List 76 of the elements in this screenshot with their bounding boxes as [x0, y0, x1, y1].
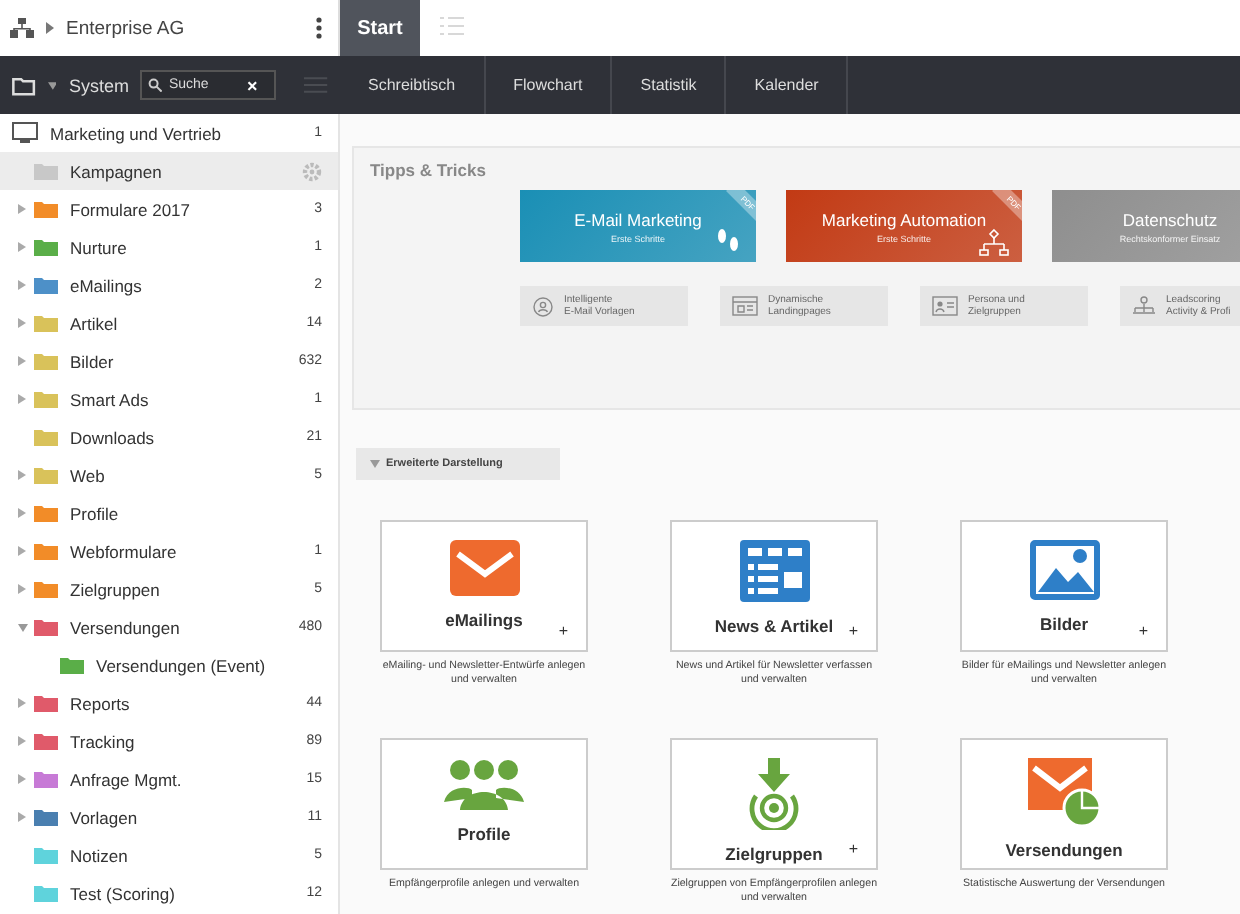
envelope-chart-icon — [1028, 758, 1100, 826]
add-button[interactable]: + — [848, 622, 858, 640]
folder-name: Test (Scoring) — [70, 883, 177, 903]
folder-name: Reports — [70, 693, 132, 713]
newspaper-icon — [739, 540, 809, 602]
org-chart-icon — [10, 18, 34, 38]
module-card[interactable]: Zielgruppen + — [670, 738, 878, 870]
folder-name: Notizen — [70, 845, 130, 865]
folder-name: Formulare 2017 — [70, 199, 193, 219]
folder-name: Profile — [70, 503, 121, 523]
caret-right-icon[interactable] — [18, 698, 26, 708]
envelope-icon — [449, 540, 519, 596]
caret-right-icon[interactable] — [46, 22, 54, 34]
module-card[interactable]: Bilder + — [960, 520, 1168, 652]
caret-right-icon[interactable] — [18, 470, 26, 480]
folder-name: Artikel — [70, 313, 120, 333]
folder-name: Webformulare — [70, 541, 179, 561]
caret-down-icon[interactable] — [47, 81, 57, 89]
people-icon — [444, 758, 524, 810]
folder-name: Marketing und Vertrieb — [50, 123, 224, 143]
company-name[interactable]: Enterprise AG — [66, 17, 304, 39]
webpage-icon — [732, 296, 758, 316]
hierarchy-icon — [1132, 295, 1156, 317]
folder-name: Downloads — [70, 427, 157, 447]
folder-name: Zielgruppen — [70, 579, 162, 599]
add-button[interactable]: + — [558, 622, 568, 640]
caret-right-icon[interactable] — [18, 774, 26, 784]
clear-button[interactable]: × — [246, 75, 258, 95]
folder-name: Anfrage Mgmt. — [70, 769, 184, 789]
more-options-icon[interactable] — [316, 16, 322, 40]
folder-name: eMailings — [70, 275, 144, 295]
add-button[interactable]: + — [848, 840, 858, 858]
folder-name: Versendungen (Event) — [96, 655, 268, 675]
target-arrow-icon — [748, 758, 800, 830]
caret-right-icon[interactable] — [18, 508, 26, 518]
caret-right-icon[interactable] — [18, 812, 26, 822]
caret-right-icon[interactable] — [18, 242, 26, 252]
caret-right-icon[interactable] — [18, 280, 26, 290]
caret-right-icon[interactable] — [18, 546, 26, 556]
system-dropdown[interactable]: System — [68, 75, 129, 95]
menu-icon[interactable] — [304, 76, 329, 94]
contact-card-icon — [932, 296, 958, 316]
module-card[interactable]: eMailings + — [380, 520, 588, 652]
caret-right-icon[interactable] — [18, 584, 26, 594]
folder-name: Bilder — [70, 351, 116, 371]
flowchart-icon — [978, 228, 1010, 256]
module-card[interactable]: Profile — [380, 738, 588, 870]
picture-icon — [1029, 540, 1099, 600]
folder-name: Smart Ads — [70, 389, 151, 409]
folder-name: Kampagnen — [70, 161, 164, 181]
caret-right-icon[interactable] — [18, 356, 26, 366]
folder-icon — [12, 75, 36, 95]
caret-down-icon[interactable] — [18, 623, 28, 631]
module-card[interactable]: Versendungen — [960, 738, 1168, 870]
folder-tree-item[interactable]: Profile — [0, 494, 338, 532]
start-tab[interactable]: Start — [340, 0, 420, 56]
caret-down-icon[interactable] — [370, 460, 380, 468]
folder-name: Web — [70, 465, 107, 485]
folder-name: Nurture — [70, 237, 129, 257]
folder-name: Vorlagen — [70, 807, 140, 827]
list-icon[interactable] — [440, 16, 464, 36]
search-icon — [148, 78, 163, 92]
caret-right-icon[interactable] — [18, 736, 26, 746]
person-target-icon — [532, 295, 554, 317]
folder-name: Tracking — [70, 731, 137, 751]
folder-tree-item[interactable]: Kampagnen — [0, 152, 338, 190]
caret-right-icon[interactable] — [18, 204, 26, 214]
folder-name: Versendungen — [70, 617, 182, 637]
folder-tree-item[interactable]: Versendungen (Event) — [0, 646, 338, 684]
monitor-icon — [12, 122, 38, 144]
panel-title: Tipps & Tricks — [370, 160, 488, 180]
caret-right-icon[interactable] — [18, 318, 26, 328]
module-card[interactable]: News & Artikel + — [670, 520, 878, 652]
add-button[interactable]: + — [1138, 622, 1148, 640]
caret-right-icon[interactable] — [18, 394, 26, 404]
gear-icon[interactable] — [302, 161, 322, 181]
